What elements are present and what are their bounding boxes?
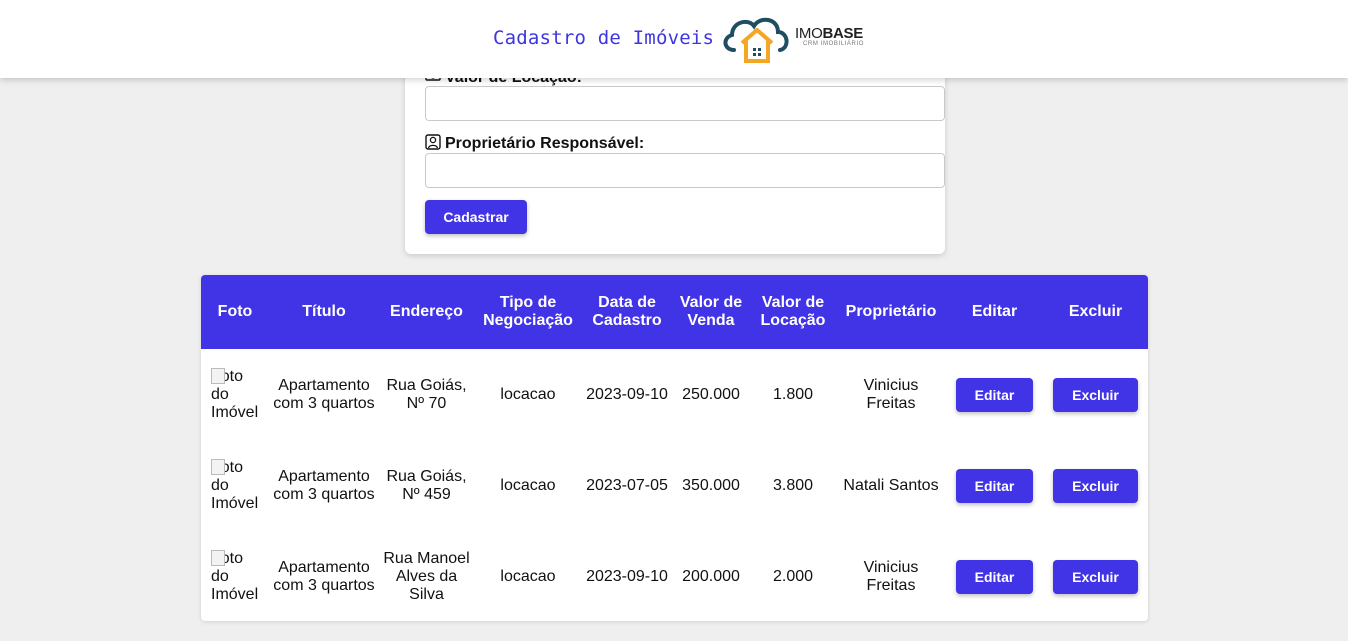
property-date: 2023-09-10 <box>586 385 668 403</box>
property-rent-value: 3.800 <box>772 476 814 494</box>
header-address: Endereço <box>390 303 463 320</box>
property-rent-value: 1.800 <box>772 385 814 403</box>
edit-button[interactable]: Editar <box>956 468 1033 503</box>
property-title: Apartamento com 3 quartos <box>273 558 375 594</box>
table-row: Foto do Imóvel Apartamento com 3 quartos… <box>201 440 1148 531</box>
property-title: Apartamento com 3 quartos <box>273 376 375 412</box>
property-date: 2023-09-10 <box>586 567 668 585</box>
property-type: locacao <box>500 385 556 403</box>
person-icon <box>425 134 441 155</box>
delete-button[interactable]: Excluir <box>1053 559 1138 594</box>
page-title: Cadastro de Imóveis <box>493 27 715 49</box>
table-row: Foto do Imóvel Apartamento com 3 quartos… <box>201 349 1148 440</box>
property-type: locacao <box>500 476 556 494</box>
submit-button[interactable]: Cadastrar <box>425 200 527 234</box>
logo-text: IMOBASE <box>795 25 863 42</box>
property-date: 2023-07-05 <box>586 476 668 494</box>
property-address: Rua Goiás, Nº 459 <box>386 467 467 503</box>
property-sale-value: 200.000 <box>682 567 740 585</box>
broken-image-icon <box>211 367 225 384</box>
property-photo: Foto do Imóvel <box>211 458 259 512</box>
delete-button[interactable]: Excluir <box>1053 377 1138 412</box>
property-owner: Vinicius Freitas <box>863 376 919 412</box>
rent-value-input[interactable] <box>425 86 945 121</box>
property-type: locacao <box>500 567 556 585</box>
edit-button[interactable]: Editar <box>956 559 1033 594</box>
header-photo: Foto <box>217 303 253 320</box>
property-owner: Vinicius Freitas <box>863 558 919 594</box>
property-owner: Natali Santos <box>843 476 939 494</box>
table-header-row: Foto Título Endereço Tipo de Negociação … <box>201 275 1148 349</box>
header-delete: Excluir <box>1068 303 1123 320</box>
table-row: Foto do Imóvel Apartamento com 3 quartos… <box>201 531 1148 621</box>
logo-subtitle: CRM IMOBILIÁRIO <box>803 41 865 47</box>
property-photo: Foto do Imóvel <box>211 549 259 603</box>
header-owner: Proprietário <box>845 303 937 320</box>
header-edit: Editar <box>971 303 1018 320</box>
header-sale-value: Valor de Venda <box>679 294 743 329</box>
header-rent-value: Valor de Locação <box>760 294 826 329</box>
property-title: Apartamento com 3 quartos <box>273 467 375 503</box>
properties-table: Foto Título Endereço Tipo de Negociação … <box>201 275 1148 621</box>
property-address: Rua Goiás, Nº 70 <box>386 376 467 412</box>
app-header: Cadastro de Imóveis IMOBASE CRM IMOBILIÁ… <box>0 0 1348 78</box>
header-negotiation-type: Tipo de Negociação <box>483 294 573 329</box>
property-photo: Foto do Imóvel <box>211 367 259 421</box>
header-date: Data de Cadastro <box>592 294 662 329</box>
broken-image-icon <box>211 549 225 566</box>
property-sale-value: 250.000 <box>682 385 740 403</box>
header-title: Título <box>302 303 346 320</box>
delete-button[interactable]: Excluir <box>1053 468 1138 503</box>
property-address: Rua Manoel Alves da Silva <box>383 549 470 603</box>
cloud-house-icon <box>723 17 789 63</box>
property-rent-value: 2.000 <box>772 567 814 585</box>
owner-label: Proprietário Responsável: <box>425 134 644 155</box>
property-sale-value: 350.000 <box>682 476 740 494</box>
owner-input[interactable] <box>425 153 945 188</box>
edit-button[interactable]: Editar <box>956 377 1033 412</box>
broken-image-icon <box>211 458 225 475</box>
